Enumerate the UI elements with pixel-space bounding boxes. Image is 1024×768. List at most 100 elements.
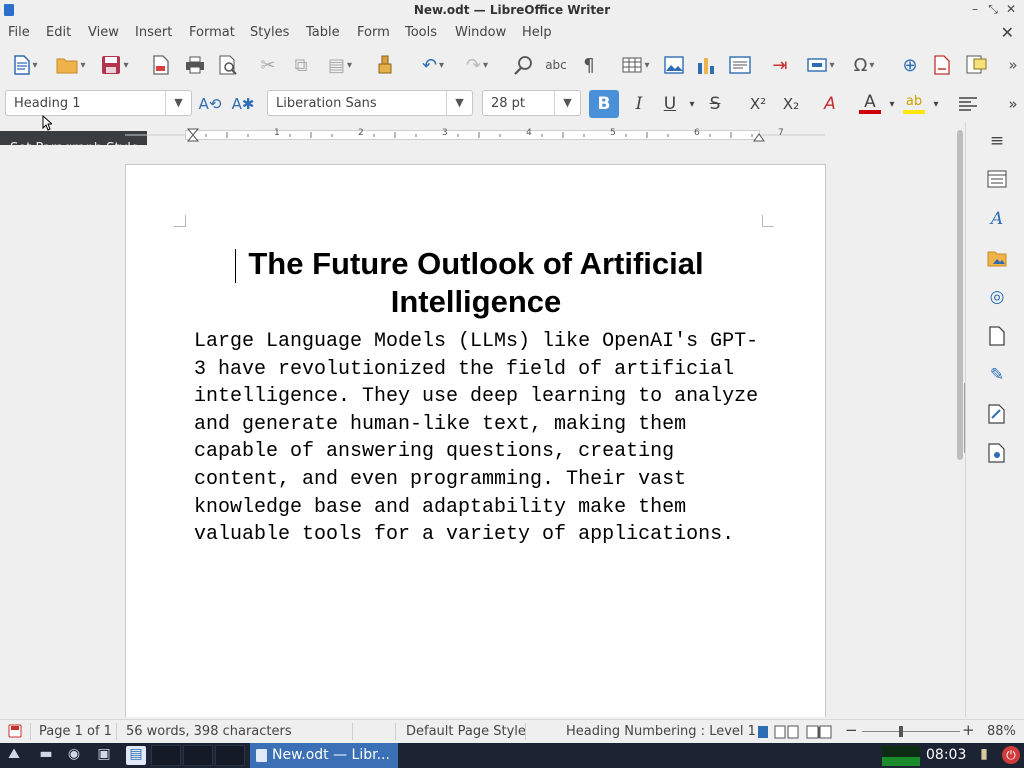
zoom-slider-track[interactable]: [862, 731, 960, 732]
horizontal-ruler[interactable]: 1 2 3 4 5 6 7: [125, 127, 825, 143]
menu-format[interactable]: Format: [189, 25, 235, 40]
font-color-button[interactable]: A: [856, 90, 884, 118]
bold-button[interactable]: B: [589, 90, 619, 118]
special-character-icon[interactable]: Ω: [845, 52, 883, 78]
more-icon[interactable]: »: [1004, 90, 1022, 118]
menu-file[interactable]: File: [8, 25, 30, 40]
cut-icon[interactable]: ✂: [257, 52, 279, 78]
properties-icon[interactable]: [986, 168, 1008, 190]
page-icon[interactable]: [986, 325, 1008, 347]
styles-icon[interactable]: A: [986, 208, 1008, 230]
menu-help[interactable]: Help: [522, 25, 552, 40]
gallery-icon[interactable]: [986, 247, 1008, 269]
manage-changes-icon[interactable]: [986, 403, 1008, 425]
menu-styles[interactable]: Styles: [250, 25, 289, 40]
taskbar-writer-window[interactable]: New.odt — Libr...: [250, 743, 398, 768]
insert-chart-icon[interactable]: [695, 52, 717, 78]
multi-page-view-icon[interactable]: [774, 725, 800, 743]
paste-icon[interactable]: ▤: [322, 52, 358, 78]
spelling-icon[interactable]: abc: [543, 52, 569, 78]
chevron-down-icon[interactable]: ▼: [554, 91, 580, 115]
start-menu-icon[interactable]: ⛰: [4, 746, 24, 765]
menu-form[interactable]: Form: [357, 25, 390, 40]
document-modified-icon[interactable]: [8, 724, 22, 742]
maximize-button[interactable]: ⤡: [986, 2, 1000, 17]
font-name-combo[interactable]: Liberation Sans ▼: [267, 90, 473, 116]
zoom-out-button[interactable]: −: [845, 721, 858, 739]
menu-insert[interactable]: Insert: [135, 25, 172, 40]
font-size-combo[interactable]: 28 pt ▼: [482, 90, 581, 116]
workspace-2[interactable]: [183, 745, 213, 766]
menu-tools[interactable]: Tools: [405, 25, 437, 40]
more-icon[interactable]: »: [1004, 52, 1022, 78]
italic-button[interactable]: I: [627, 90, 651, 118]
document-area[interactable]: The Future Outlook of Artificial Intelli…: [0, 145, 955, 717]
comment-icon[interactable]: [964, 52, 990, 78]
copy-icon[interactable]: ⧉: [290, 52, 312, 78]
minimize-button[interactable]: –: [968, 2, 982, 17]
new-style-icon[interactable]: A✱: [230, 90, 256, 118]
menu-view[interactable]: View: [88, 25, 119, 40]
document-heading[interactable]: The Future Outlook of Artificial Intelli…: [188, 245, 764, 321]
right-indent-marker-icon[interactable]: [753, 133, 765, 142]
chevron-down-icon[interactable]: ▾: [886, 90, 898, 118]
close-document-button[interactable]: ✕: [1001, 23, 1014, 42]
writer-launcher-icon[interactable]: ▤: [126, 746, 146, 765]
superscript-button[interactable]: X²: [744, 90, 772, 118]
chevron-down-icon[interactable]: ▼: [165, 91, 191, 115]
print-icon[interactable]: [184, 52, 206, 78]
page[interactable]: The Future Outlook of Artificial Intelli…: [125, 164, 826, 717]
page-break-icon[interactable]: ⇥: [768, 52, 792, 78]
save-icon[interactable]: [96, 52, 134, 78]
page-number-status[interactable]: Page 1 of 1: [39, 724, 112, 739]
insert-field-icon[interactable]: [802, 52, 840, 78]
strikethrough-button[interactable]: S: [703, 90, 727, 118]
word-count-status[interactable]: 56 words, 398 characters: [126, 724, 292, 739]
chevron-down-icon[interactable]: ▾: [930, 90, 942, 118]
zoom-slider-handle[interactable]: [899, 726, 903, 737]
book-view-icon[interactable]: [806, 725, 832, 743]
indent-marker-icon[interactable]: [187, 128, 199, 142]
page-style-status[interactable]: Default Page Style: [406, 724, 526, 739]
insert-table-icon[interactable]: [617, 52, 655, 78]
paragraph-style-combo[interactable]: Heading 1 ▼: [5, 90, 192, 116]
power-icon[interactable]: ⏻: [1002, 746, 1020, 764]
file-manager-icon[interactable]: ▬: [36, 746, 56, 765]
show-desktop-icon[interactable]: ▣: [94, 746, 114, 765]
chevron-down-icon[interactable]: ▼: [446, 91, 472, 115]
export-pdf-icon[interactable]: [150, 52, 172, 78]
undo-icon[interactable]: ↶: [413, 52, 453, 78]
hyperlink-icon[interactable]: ⊕: [898, 52, 922, 78]
navigator-icon[interactable]: ◎: [986, 286, 1008, 308]
clone-formatting-icon[interactable]: [374, 52, 396, 78]
workspace-3[interactable]: [215, 745, 245, 766]
user-icon[interactable]: ▮: [974, 746, 994, 765]
open-folder-icon[interactable]: [52, 52, 90, 78]
single-page-view-icon[interactable]: [756, 725, 770, 743]
design-icon[interactable]: [986, 442, 1008, 464]
find-replace-icon[interactable]: [512, 52, 536, 78]
menu-edit[interactable]: Edit: [46, 25, 71, 40]
web-browser-icon[interactable]: ◉: [64, 746, 84, 765]
insert-textbox-icon[interactable]: [728, 52, 752, 78]
close-window-button[interactable]: ✕: [1004, 2, 1018, 17]
menu-table[interactable]: Table: [306, 25, 340, 40]
style-inspector-icon[interactable]: ✎: [986, 364, 1008, 386]
sidebar-menu-icon[interactable]: ≡: [986, 130, 1008, 152]
workspace-1[interactable]: [151, 745, 181, 766]
subscript-button[interactable]: X₂: [777, 90, 805, 118]
insert-image-icon[interactable]: [663, 52, 685, 78]
chevron-down-icon[interactable]: ▾: [685, 90, 699, 118]
print-preview-icon[interactable]: [217, 52, 239, 78]
footnote-icon[interactable]: [931, 52, 953, 78]
redo-icon[interactable]: ↷: [457, 52, 497, 78]
vertical-scrollbar[interactable]: [955, 125, 971, 717]
menu-window[interactable]: Window: [455, 25, 506, 40]
formatting-marks-icon[interactable]: ¶: [578, 52, 600, 78]
document-body-paragraph[interactable]: Large Language Models (LLMs) like OpenAI…: [194, 328, 759, 549]
clear-formatting-button[interactable]: A: [818, 90, 842, 118]
zoom-in-button[interactable]: +: [962, 721, 975, 739]
highlight-color-button[interactable]: ab: [900, 90, 928, 118]
align-left-icon[interactable]: [955, 90, 981, 118]
update-style-icon[interactable]: A⟲: [197, 90, 223, 118]
